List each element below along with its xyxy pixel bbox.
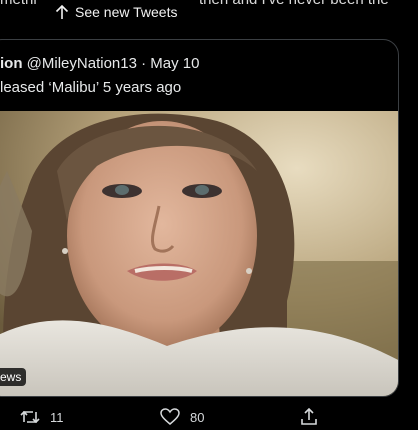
tweet-video-thumbnail[interactable]: ews xyxy=(0,111,398,396)
arrow-up-icon xyxy=(55,4,69,20)
retweet-icon xyxy=(20,408,40,426)
tweet-action-bar: 11 80 xyxy=(0,404,418,430)
author-handle[interactable]: @MileyNation13 xyxy=(27,55,137,72)
tweet-date[interactable]: May 10 xyxy=(150,55,199,72)
quoted-tweet-text: leased ‘Malibu’ 5 years ago xyxy=(0,79,182,96)
retweet-count: 11 xyxy=(50,409,64,425)
heart-icon xyxy=(160,408,180,426)
quoted-tweet-card[interactable]: ion @MileyNation13 · May 10 leased ‘Mali… xyxy=(0,39,399,397)
see-new-tweets-label: See new Tweets xyxy=(75,4,178,20)
background-tweet-text-right: then and I've never been the xyxy=(199,0,389,8)
quoted-tweet-header: ion @MileyNation13 · May 10 xyxy=(0,54,200,74)
video-source-label: ews xyxy=(0,368,27,386)
retweet-button[interactable]: 11 xyxy=(20,408,64,426)
like-button[interactable]: 80 xyxy=(160,408,204,426)
timeline-viewport: methi then and I've never been the See n… xyxy=(0,0,418,430)
separator-dot: · xyxy=(141,55,147,72)
author-name[interactable]: ion xyxy=(0,55,23,72)
see-new-tweets-button[interactable]: See new Tweets xyxy=(49,0,186,24)
like-count: 80 xyxy=(190,409,205,425)
share-button[interactable] xyxy=(300,408,318,426)
share-icon xyxy=(300,408,318,426)
background-tweet-text-left: methi xyxy=(0,0,37,8)
video-frame-image xyxy=(0,111,398,396)
